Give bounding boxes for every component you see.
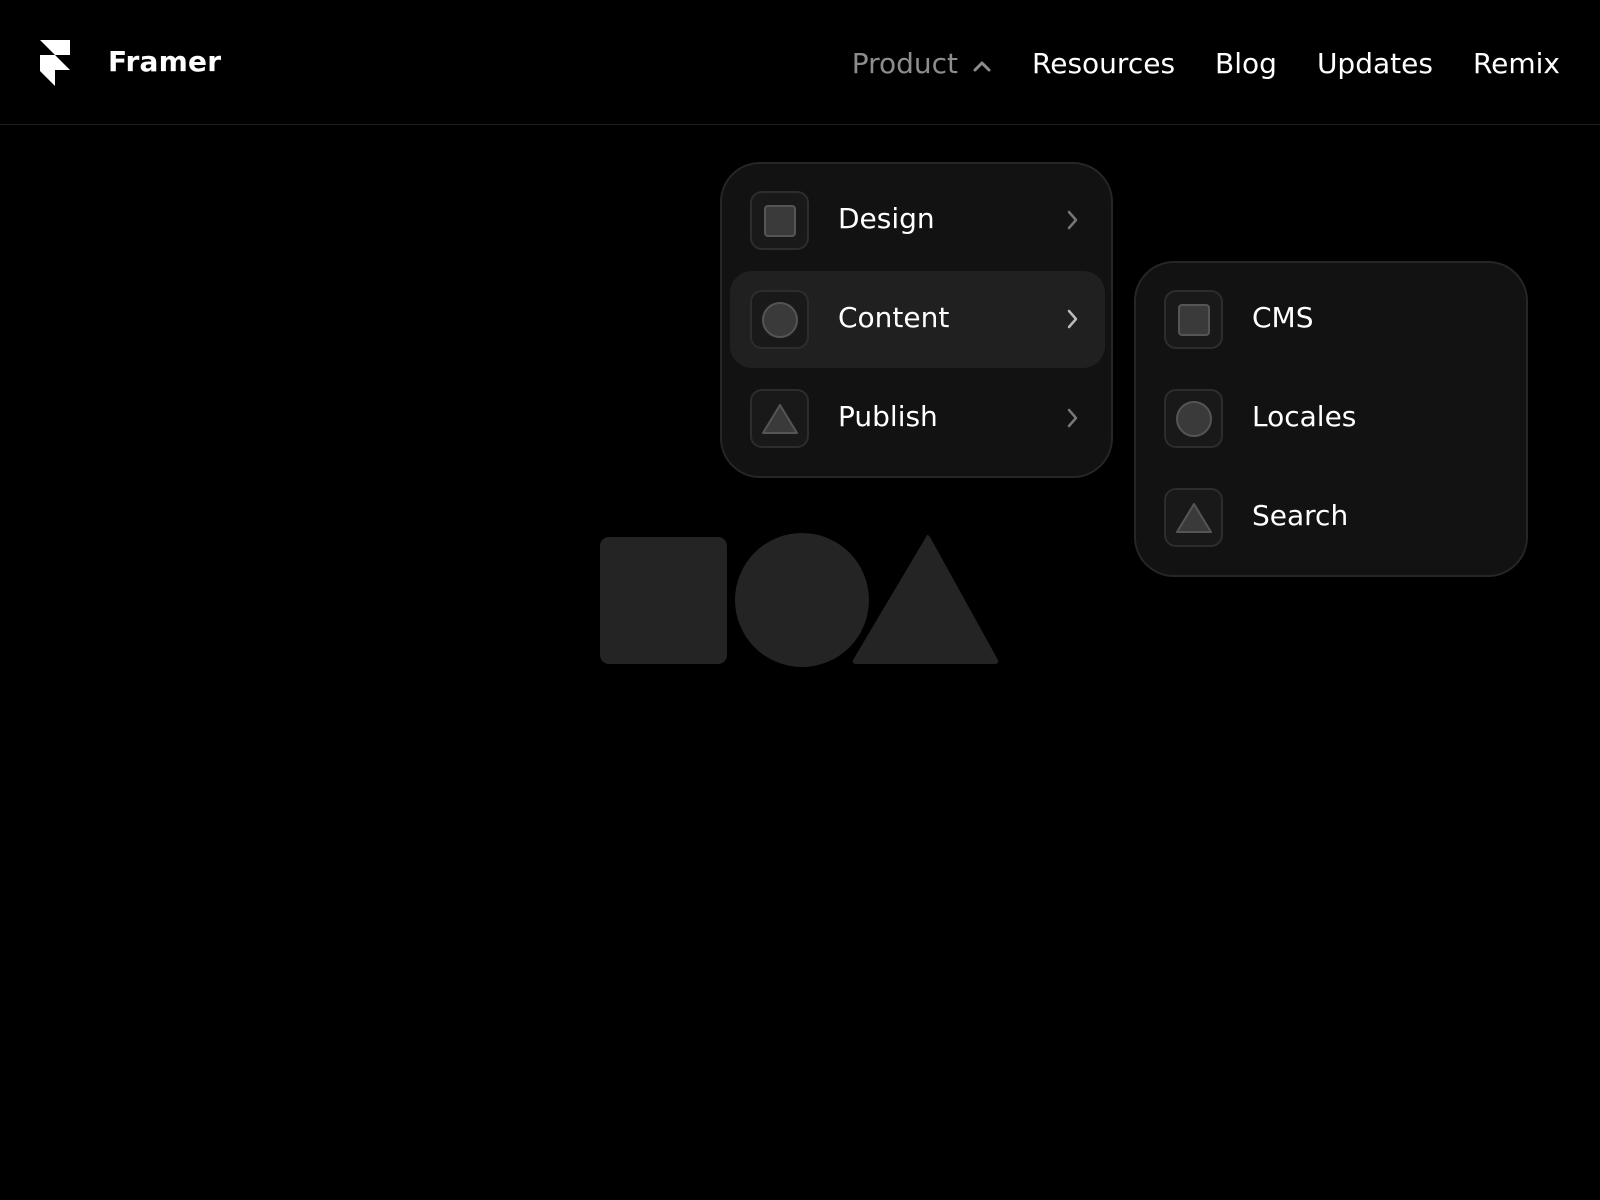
nav-product-label: Product (851, 46, 959, 80)
brand[interactable]: Framer (38, 38, 221, 88)
nav-remix[interactable]: Remix (1473, 47, 1560, 80)
content-submenu: CMS Locales Search (1134, 261, 1528, 577)
menu-item-label: Content (838, 301, 950, 334)
circle-icon (1164, 389, 1223, 448)
submenu-item-label: CMS (1252, 301, 1314, 334)
menu-item-label: Design (838, 202, 935, 235)
submenu-item-label: Search (1252, 499, 1349, 532)
nav-product[interactable]: Product (852, 47, 992, 80)
chevron-up-icon (972, 47, 992, 80)
main-nav: Product Resources Blog Updates Remix (852, 38, 1560, 88)
circle-shape (735, 533, 869, 667)
submenu-item-locales[interactable]: Locales (1144, 370, 1519, 467)
submenu-item-label: Locales (1252, 400, 1357, 433)
hero-shapes (600, 533, 1000, 668)
square-icon (1164, 290, 1223, 349)
triangle-shape (852, 535, 999, 664)
triangle-icon (1164, 488, 1223, 547)
circle-icon (750, 290, 809, 349)
menu-item-content[interactable]: Content (730, 271, 1105, 368)
square-shape (600, 537, 727, 664)
chevron-right-icon (1065, 407, 1079, 433)
framer-logo-icon (38, 38, 72, 88)
menu-item-design[interactable]: Design (730, 172, 1105, 269)
nav-resources[interactable]: Resources (1032, 47, 1175, 80)
brand-name: Framer (108, 45, 222, 78)
chevron-right-icon (1065, 209, 1079, 235)
product-dropdown-menu: Design Content Publish (720, 162, 1113, 478)
nav-updates[interactable]: Updates (1317, 47, 1433, 80)
submenu-item-cms[interactable]: CMS (1144, 271, 1519, 368)
nav-blog[interactable]: Blog (1215, 47, 1277, 80)
submenu-item-search[interactable]: Search (1144, 469, 1519, 566)
chevron-right-icon (1065, 308, 1079, 334)
triangle-icon (750, 389, 809, 448)
menu-item-label: Publish (838, 400, 938, 433)
menu-item-publish[interactable]: Publish (730, 370, 1105, 467)
square-icon (750, 191, 809, 250)
top-navbar: Framer Product Resources Blog Updates Re… (0, 0, 1600, 125)
